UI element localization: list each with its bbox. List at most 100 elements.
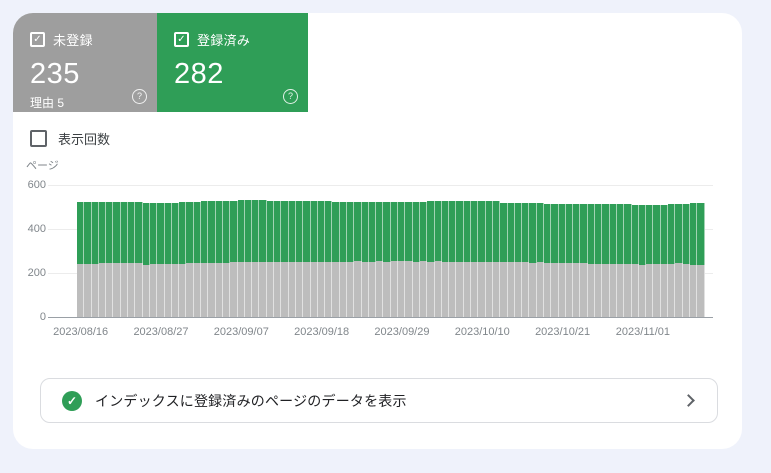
bar-day[interactable] [193,185,202,317]
bar-day[interactable] [244,185,253,317]
bar-day[interactable] [609,185,617,317]
checkbox-unchecked-icon[interactable] [30,130,47,147]
bar-day[interactable] [624,185,632,317]
bar-day[interactable] [551,185,559,317]
bar-day[interactable] [91,185,99,317]
bar-day[interactable] [84,185,92,317]
view-indexed-pages-data-button[interactable]: インデックスに登録済みのページのデータを表示 [40,378,718,423]
bar-day[interactable] [128,185,136,317]
bar-day[interactable] [689,185,698,317]
bar-day[interactable] [492,185,501,317]
bar-day[interactable] [310,185,318,317]
bar-day[interactable] [573,185,581,317]
checkbox-checked-icon[interactable] [174,32,189,47]
bar-day[interactable] [405,185,413,317]
impressions-toggle[interactable]: 表示回数 [30,129,110,148]
bar-day[interactable] [449,185,457,317]
bar-day[interactable] [434,185,442,317]
checkbox-checked-icon[interactable] [30,32,45,47]
bar-day[interactable] [230,185,238,317]
bar-day[interactable] [149,185,158,317]
bar-day[interactable] [237,185,245,317]
bar-day[interactable] [390,185,399,317]
bar-day[interactable] [697,185,705,317]
bar-day[interactable] [478,185,486,317]
bar-day[interactable] [456,185,464,317]
bar-day[interactable] [675,185,683,317]
bar-day[interactable] [471,185,479,317]
bar-day[interactable] [222,185,231,317]
bar-day[interactable] [354,185,362,317]
bar-day[interactable] [485,185,493,317]
bar-day[interactable] [668,185,676,317]
bar-day[interactable] [419,185,428,317]
bar-day[interactable] [171,185,180,317]
bar-day[interactable] [631,185,639,317]
bar-day[interactable] [368,185,377,317]
bar-day[interactable] [565,185,574,317]
bar-day[interactable] [682,185,690,317]
bar-day[interactable] [638,185,647,317]
bar-day[interactable] [252,185,260,317]
bar-day[interactable] [558,185,566,317]
bar-day[interactable] [215,185,223,317]
bar-day[interactable] [383,185,391,317]
bar-day[interactable] [303,185,311,317]
bar-day[interactable] [201,185,209,317]
bar-day[interactable] [339,185,347,317]
bar-day[interactable] [507,185,515,317]
bar-day[interactable] [106,185,114,317]
bar-day[interactable] [98,185,107,317]
bar-day[interactable] [398,185,406,317]
bar-day[interactable] [660,185,669,317]
help-icon[interactable] [283,89,298,104]
bar-day[interactable] [135,185,143,317]
bar-day[interactable] [412,185,420,317]
bar-day[interactable] [580,185,588,317]
bar-day[interactable] [157,185,165,317]
bar-day[interactable] [514,185,523,317]
bar-day[interactable] [346,185,355,317]
bar-day[interactable] [332,185,340,317]
bar-day[interactable] [500,185,508,317]
bar-day[interactable] [259,185,267,317]
bar-day[interactable] [646,185,654,317]
bar-day[interactable] [317,185,326,317]
bar-segment-registered [201,201,209,263]
bar-day[interactable] [376,185,384,317]
bar-day[interactable] [616,185,625,317]
bar-day[interactable] [325,185,333,317]
bar-day[interactable] [208,185,216,317]
help-icon[interactable] [132,89,147,104]
bar-segment-unregistered [595,263,603,317]
bar-day[interactable] [120,185,129,317]
bar-day[interactable] [441,185,450,317]
bar-day[interactable] [602,185,610,317]
bar-day[interactable] [77,185,85,317]
bar-segment-registered [624,204,632,264]
bar-day[interactable] [653,185,661,317]
bar-segment-unregistered [244,262,253,317]
bar-day[interactable] [295,185,304,317]
bar-day[interactable] [266,185,275,317]
bar-day[interactable] [544,185,552,317]
bar-day[interactable] [186,185,194,317]
bar-day[interactable] [179,185,187,317]
bar-day[interactable] [522,185,530,317]
bar-day[interactable] [113,185,121,317]
bar-day[interactable] [536,185,544,317]
bar-day[interactable] [595,185,603,317]
bar-day[interactable] [463,185,472,317]
bar-day[interactable] [288,185,296,317]
metric-card-registered[interactable]: 登録済み 282 [157,13,308,112]
bar-day[interactable] [529,185,537,317]
bar-day[interactable] [587,185,596,317]
bars-plot[interactable] [77,185,705,317]
bar-day[interactable] [281,185,289,317]
bar-day[interactable] [142,185,150,317]
bar-day[interactable] [274,185,282,317]
metric-card-unregistered[interactable]: 未登録 235 理由 5 [13,13,157,112]
bar-day[interactable] [361,185,369,317]
bar-day[interactable] [164,185,172,317]
bar-day[interactable] [427,185,435,317]
